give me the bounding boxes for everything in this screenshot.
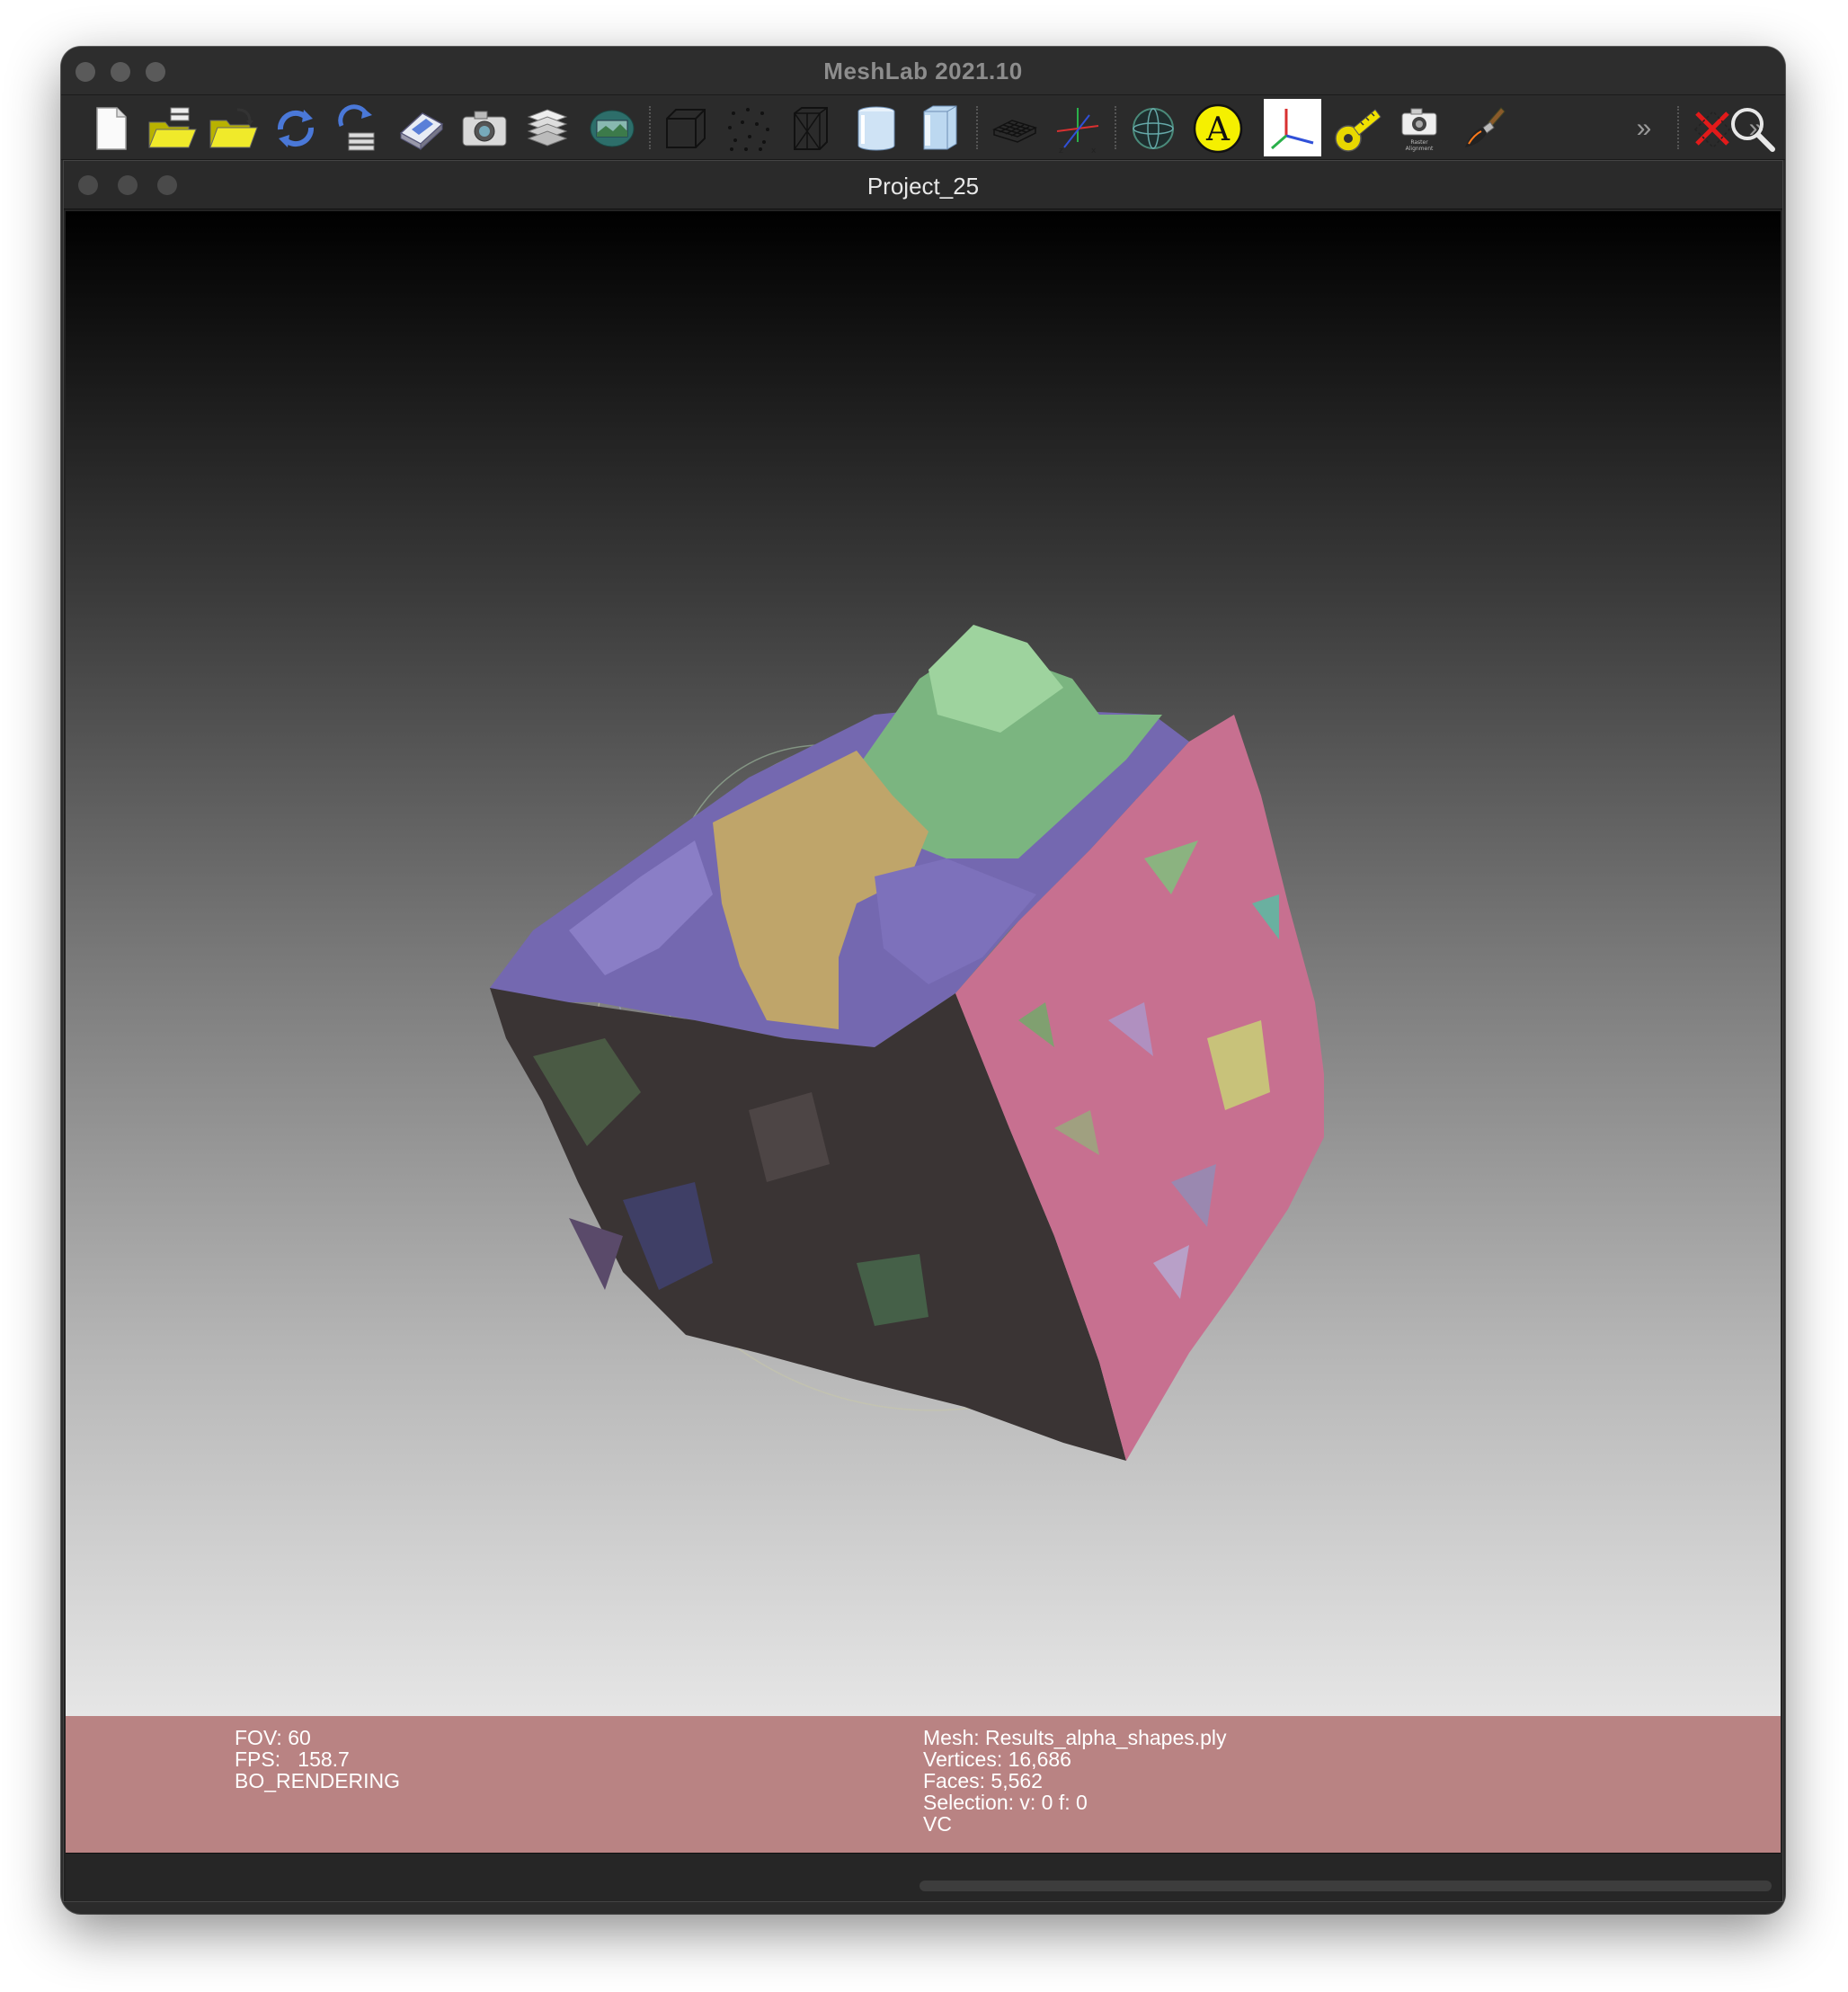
reload-all-icon [338,104,375,151]
color-mode-label: VC [923,1812,952,1836]
fov-label: FOV: 60 [235,1726,311,1749]
project-subwindow: Project_25 FOV: 60 FPS: 158.7 BO_RENDERI… [63,160,1783,1902]
reload-button[interactable] [268,101,324,156]
render-info: FOV: 60 FPS: 158.7 BO_RENDERING [235,1727,400,1792]
measure-tool-icon [1335,109,1382,152]
app-titlebar: MeshLab 2021.10 [61,47,1785,95]
raster-alignment-button[interactable]: Raster Alignment [1391,101,1447,156]
snapshot-icon [462,111,507,147]
overflow-chevron-button[interactable]: » [1616,101,1672,156]
measure-tool-button[interactable] [1328,101,1384,156]
grid-button[interactable] [987,101,1043,156]
paint-brush-icon [1465,107,1506,147]
align-axes-button[interactable] [1264,99,1321,156]
new-project-icon [96,107,127,150]
faces-label: Faces: 5,562 [923,1769,1043,1792]
svg-text:z: z [1059,147,1063,155]
annotate-icon: A [1193,103,1243,154]
overflow-chevron-icon: » [1636,113,1652,143]
smooth-render-icon [923,105,957,150]
annotate-button[interactable]: A [1190,101,1246,156]
toolbar-separator [1115,106,1116,149]
trackball-icon [1133,108,1174,149]
svg-text:Alignment: Alignment [1406,146,1434,152]
search-icon [1731,108,1775,152]
grid-icon [991,120,1038,143]
paint-brush-button[interactable] [1454,101,1510,156]
flat-render-button[interactable] [848,101,904,156]
toolbar-separator [976,106,978,149]
raster-icon [590,110,635,147]
snapshot-button[interactable] [457,101,512,156]
align-axes-icon [1271,109,1314,150]
mesh-name-label: Mesh: Results_alpha_shapes.ply [923,1726,1227,1749]
raster-alignment-icon: Raster Alignment [1401,108,1437,152]
mesh-render [490,625,1324,1461]
horizontal-scrollbar[interactable] [920,1881,1772,1891]
reload-icon [277,110,315,147]
open-project-icon [148,107,197,148]
export-mesh-button[interactable] [394,101,449,156]
meshlab-window: MeshLab 2021.10 z x A Raster Alignment »… [61,47,1785,1914]
new-project-button[interactable] [83,101,138,156]
import-mesh-icon [209,108,258,148]
svg-text:A: A [1205,111,1231,148]
project-title: Project_25 [866,173,980,200]
vertices-label: Vertices: 16,686 [923,1747,1071,1771]
wireframe-render-button[interactable] [784,101,840,156]
search-button[interactable] [1724,101,1780,156]
svg-text:x: x [1091,147,1097,155]
reload-all-button[interactable] [331,101,386,156]
wireframe-render-icon [794,107,828,150]
3d-viewport[interactable] [66,211,1781,1716]
open-project-button[interactable] [144,101,200,156]
axes-icon: z x [1056,108,1099,155]
trackball-button[interactable] [1125,101,1181,156]
axes-button[interactable]: z x [1050,101,1106,156]
flat-render-icon [857,106,895,151]
layers-button[interactable] [520,101,575,156]
info-panel: FOV: 60 FPS: 158.7 BO_RENDERING Mesh: Re… [66,1716,1781,1853]
render-mode-label: BO_RENDERING [235,1769,401,1792]
main-toolbar: z x A Raster Alignment » » [61,95,1785,160]
import-mesh-button[interactable] [205,101,261,156]
points-render-button[interactable] [721,101,777,156]
project-titlebar: Project_25 [64,161,1782,209]
svg-text:Raster: Raster [1410,139,1428,146]
bbox-render-icon [666,109,706,148]
points-render-icon [728,108,769,151]
toolbar-separator [649,106,651,149]
raster-button[interactable] [584,101,640,156]
status-bar [66,1853,1781,1901]
smooth-render-button[interactable] [911,101,967,156]
mesh-info: Mesh: Results_alpha_shapes.ply Vertices:… [923,1727,1227,1835]
selection-label: Selection: v: 0 f: 0 [923,1791,1088,1814]
fps-label: FPS: 158.7 [235,1747,350,1771]
bbox-render-button[interactable] [658,101,714,156]
layers-icon [527,109,568,147]
export-mesh-icon [399,112,444,151]
app-title: MeshLab 2021.10 [823,58,1023,84]
toolbar-separator [1677,106,1679,149]
